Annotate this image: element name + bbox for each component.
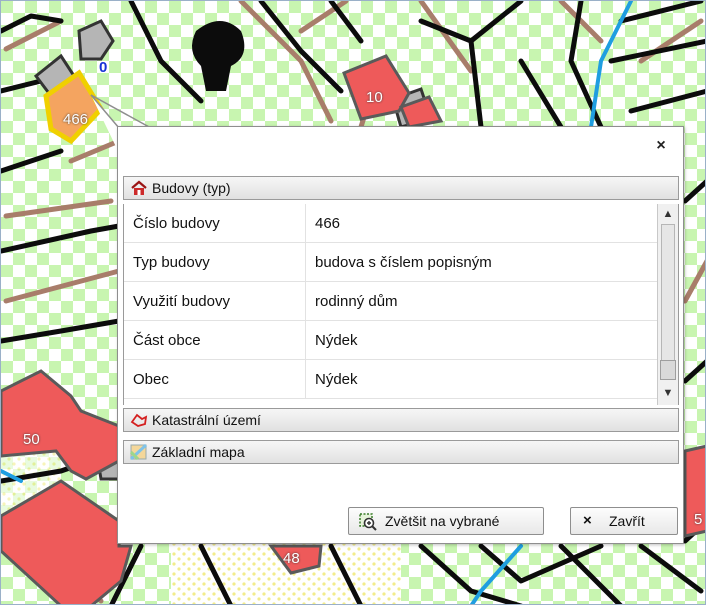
section-zakladni-label: Základní mapa (152, 444, 245, 460)
attribute-value: Nýdek (315, 332, 358, 349)
scroll-track[interactable] (661, 224, 675, 374)
section-budovy-label: Budovy (typ) (152, 180, 231, 196)
map-label-building-5: 5 (694, 511, 703, 528)
parcel-outline-icon (130, 412, 148, 428)
map-label-building-48: 48 (283, 550, 300, 567)
column-divider (305, 243, 306, 282)
attribute-grid: Číslo budovy 466 Typ budovy budova s čís… (123, 204, 679, 405)
section-zakladni-header[interactable]: Základní mapa (123, 440, 679, 464)
zoom-to-selection-icon (359, 513, 377, 531)
attribute-value: budova s číslem popisným (315, 254, 492, 271)
zoom-to-selected-label: Zvětšit na vybrané (385, 513, 500, 529)
close-button-label: Zavřít (609, 513, 645, 529)
column-divider (305, 321, 306, 360)
table-row: Část obce Nýdek (124, 321, 657, 360)
map-layer-icon (129, 443, 148, 461)
attribute-key: Část obce (133, 332, 201, 349)
close-button[interactable]: × Zavřít (570, 507, 678, 535)
table-row: Obec Nýdek (124, 360, 657, 399)
feature-info-popup: × Budovy (typ) Číslo budovy 466 Typ budo… (117, 126, 684, 544)
table-row: Číslo budovy 466 (124, 204, 657, 243)
map-label-building-50: 50 (23, 431, 40, 448)
attribute-value: Nýdek (315, 371, 358, 388)
column-divider (305, 282, 306, 321)
table-row: Využití budovy rodinný dům (124, 282, 657, 321)
attribute-key: Typ budovy (133, 254, 210, 271)
popup-close-icon[interactable]: × (653, 137, 669, 155)
zoom-to-selected-button[interactable]: Zvětšit na vybrané (348, 507, 544, 535)
map-label-building-10: 10 (366, 89, 383, 106)
section-katastralni-header[interactable]: Katastrální území (123, 408, 679, 432)
house-icon (130, 180, 148, 196)
grid-scrollbar[interactable]: ▲ ▼ (657, 204, 678, 405)
scroll-down-button[interactable]: ▼ (660, 385, 676, 401)
attribute-value: 466 (315, 215, 341, 232)
scroll-up-button[interactable]: ▲ (660, 206, 676, 222)
map-label-building-0: 0 (99, 59, 108, 76)
attribute-value: rodinný dům (315, 293, 398, 310)
attribute-key: Využití budovy (133, 293, 230, 310)
column-divider (305, 204, 306, 243)
attribute-key: Číslo budovy (133, 215, 220, 232)
section-katastralni-label: Katastrální území (152, 412, 261, 428)
close-x-icon: × (583, 512, 592, 529)
section-budovy-header[interactable]: Budovy (typ) (123, 176, 679, 200)
attribute-key: Obec (133, 371, 169, 388)
column-divider (305, 360, 306, 399)
table-row: Typ budovy budova s číslem popisným (124, 243, 657, 282)
scroll-thumb[interactable] (660, 360, 676, 380)
